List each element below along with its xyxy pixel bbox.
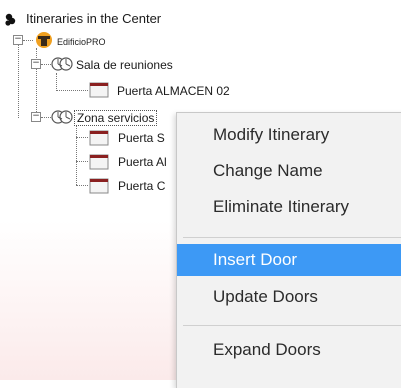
- tree-expander-building[interactable]: −: [13, 35, 23, 45]
- door-label-c[interactable]: Puerta C: [118, 179, 165, 193]
- tree-line: [18, 40, 19, 118]
- bullet-icon: [5, 13, 16, 26]
- tree-line: [56, 90, 88, 91]
- menu-item-eliminate-itinerary[interactable]: Eliminate Itinerary: [177, 191, 401, 223]
- background-watermark: [0, 220, 176, 380]
- tree-line: [76, 137, 88, 138]
- tree-line: [23, 40, 33, 41]
- door-icon: [89, 82, 109, 98]
- menu-item-insert-door[interactable]: Insert Door: [177, 244, 401, 276]
- itinerary-icon: [51, 110, 73, 124]
- menu-item-change-name[interactable]: Change Name: [177, 155, 401, 187]
- menu-item-expand-doors[interactable]: Expand Doors: [177, 334, 401, 366]
- menu-separator: [183, 325, 401, 326]
- itinerary-icon: [51, 57, 73, 71]
- door-label-al[interactable]: Puerta Al: [118, 155, 167, 169]
- door-icon: [89, 130, 109, 146]
- door-icon: [89, 178, 109, 194]
- tree-line: [76, 161, 88, 162]
- building-label[interactable]: EdificioPRO: [57, 35, 106, 49]
- tree-line: [41, 64, 51, 65]
- group-label-sala[interactable]: Sala de reuniones: [76, 58, 173, 72]
- tree-expander-group-1[interactable]: −: [31, 59, 41, 69]
- menu-separator: [183, 237, 401, 238]
- menu-item-update-doors[interactable]: Update Doors: [177, 281, 401, 313]
- door-icon: [89, 154, 109, 170]
- tree-line: [56, 73, 57, 91]
- door-label-almacen[interactable]: Puerta ALMACEN 02: [117, 84, 230, 98]
- tree-line: [41, 117, 51, 118]
- building-icon: [36, 32, 52, 48]
- tree-expander-group-2[interactable]: −: [31, 112, 41, 122]
- tree-line: [76, 185, 88, 186]
- door-label-s[interactable]: Puerta S: [118, 131, 165, 145]
- tree-root-label: Itineraries in the Center: [26, 11, 162, 26]
- tree-line: [76, 126, 77, 185]
- group-label-zona[interactable]: Zona servicios: [74, 110, 158, 126]
- context-menu: Modify Itinerary Change Name Eliminate I…: [176, 112, 401, 388]
- menu-item-modify-itinerary[interactable]: Modify Itinerary: [177, 119, 401, 151]
